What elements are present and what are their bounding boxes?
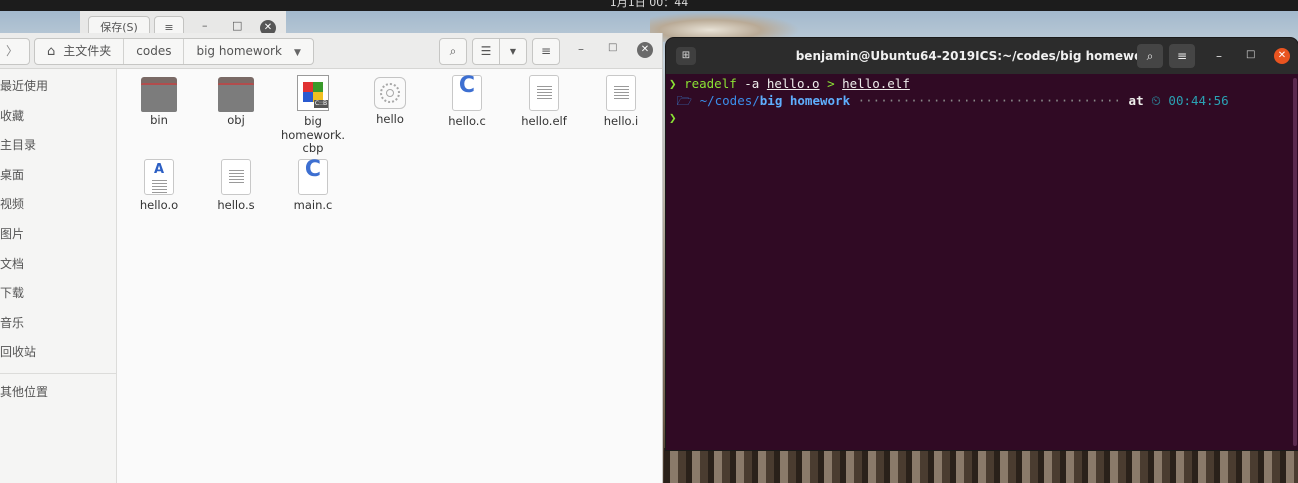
view-options-dropdown[interactable]: ▼ [499, 38, 527, 65]
sidebar-item-videos[interactable]: 视频 [0, 190, 116, 220]
file-item-big-homework-cbp[interactable]: C::B big homework. cbp [275, 69, 351, 156]
close-icon[interactable]: ✕ [637, 42, 653, 58]
file-item-main-c[interactable]: C main.c [275, 153, 351, 213]
file-label: hello.c [448, 114, 486, 128]
file-manager-window: 〉 ⌂ 主文件夹 codes big homework ▼ ⌕ ☰ ▼ ≡ – □ … [0, 33, 663, 483]
file-item-hello-s[interactable]: hello.s [198, 153, 274, 213]
prompt-path-prefix: ~/codes/ [699, 93, 760, 108]
breadcrumb: ⌂ 主文件夹 codes big homework ▼ [34, 38, 314, 65]
file-label-line-2: homework. [280, 127, 346, 142]
sidebar-item-recent[interactable]: 最近使用 [0, 72, 116, 102]
search-icon[interactable]: ⌕ [1137, 44, 1163, 68]
file-item-hello-c[interactable]: C hello.c [429, 69, 505, 129]
sidebar-divider [0, 372, 116, 374]
close-icon[interactable]: ✕ [1274, 48, 1290, 64]
command-redirect: > [819, 76, 843, 91]
file-label: bin [150, 113, 168, 127]
forward-button[interactable]: 〉 [0, 38, 30, 65]
file-manager-headerbar: 〉 ⌂ 主文件夹 codes big homework ▼ ⌕ ☰ ▼ ≡ – □ … [0, 33, 662, 69]
terminal-line-current-prompt: ❯ [669, 109, 1298, 126]
terminal-window[interactable]: ⊞ benjamin@Ubuntu64-2019ICS:~/codes/big … [666, 38, 1298, 450]
breadcrumb-home[interactable]: ⌂ 主文件夹 [35, 39, 125, 64]
terminal-line-command: ❯ readelf -a hello.o > hello.elf [669, 75, 1298, 92]
prompt-path-dir: big homework [759, 93, 851, 108]
file-item-obj[interactable]: obj [198, 69, 274, 128]
os-icon [669, 93, 677, 108]
command-name: readelf [684, 76, 737, 91]
home-icon: ⌂ [47, 44, 56, 59]
search-icon[interactable]: ⌕ [439, 38, 467, 65]
c-source-icon: C [452, 75, 482, 111]
minimize-icon[interactable]: – [578, 42, 584, 56]
file-item-hello[interactable]: hello [352, 69, 428, 127]
command-arg-input: hello.o [766, 76, 820, 91]
breadcrumb-home-label: 主文件夹 [63, 44, 112, 58]
prompt-filler-dots: ··································· [850, 93, 1129, 108]
terminal-line-prompt-info: 🗁 ~/codes/big homework ·················… [669, 92, 1298, 109]
hamburger-menu-icon[interactable]: ≡ [532, 38, 560, 65]
prompt-chevron: ❯ [669, 110, 677, 125]
prompt-chevron: ❯ [669, 76, 685, 91]
top-bar: 1月1日 00：44 [0, 0, 1298, 11]
terminal-scrollbar[interactable] [1293, 78, 1297, 446]
codeblocks-project-icon: C::B [297, 75, 329, 111]
c-source-icon: C [298, 159, 328, 195]
maximize-icon[interactable]: □ [232, 19, 242, 32]
top-bar-clock[interactable]: 1月1日 00：44 [610, 0, 689, 9]
chevron-down-icon[interactable]: ▼ [294, 48, 301, 58]
file-label: hello.i [603, 114, 639, 128]
list-view-icon[interactable]: ☰ [472, 38, 500, 65]
file-item-hello-i[interactable]: hello.i [583, 69, 659, 129]
executable-icon [374, 77, 406, 109]
terminal-headerbar: ⊞ benjamin@Ubuntu64-2019ICS:~/codes/big … [666, 38, 1298, 74]
breadcrumb-big-homework[interactable]: big homework ▼ [184, 39, 312, 64]
sidebar-item-music[interactable]: 音乐 [0, 309, 116, 339]
hamburger-menu-icon[interactable]: ≡ [1169, 44, 1195, 68]
file-label: hello [376, 112, 404, 126]
sidebar-item-other-locations[interactable]: 其他位置 [0, 378, 116, 408]
maximize-icon[interactable]: □ [1246, 49, 1255, 60]
wallpaper-fence [664, 448, 1298, 483]
prompt-at-label: at [1128, 93, 1144, 108]
sidebar-item-documents[interactable]: 文档 [0, 250, 116, 280]
folder-icon [141, 77, 177, 112]
folder-icon [218, 77, 254, 112]
command-arg-output: hello.elf [842, 76, 910, 91]
minimize-icon[interactable]: – [1216, 49, 1222, 63]
command-flag: -a [736, 76, 767, 91]
sidebar-item-starred[interactable]: 收藏 [0, 102, 116, 132]
sidebar-item-home[interactable]: 主目录 [0, 131, 116, 161]
text-file-icon [221, 159, 251, 195]
file-item-hello-o[interactable]: A hello.o [121, 153, 197, 213]
text-file-icon [606, 75, 636, 111]
text-file-icon [529, 75, 559, 111]
file-label: hello.o [139, 198, 179, 212]
file-label: main.c [293, 198, 333, 212]
file-item-hello-elf[interactable]: hello.elf [506, 69, 582, 129]
maximize-icon[interactable]: □ [608, 42, 617, 53]
clock-icon: ⏲ [1143, 93, 1169, 108]
breadcrumb-current-label: big homework [196, 44, 282, 58]
folder-icon: 🗁 [676, 93, 700, 108]
new-tab-icon[interactable]: ⊞ [676, 47, 696, 65]
file-label: hello.s [217, 198, 255, 212]
sidebar-item-trash[interactable]: 回收站 [0, 338, 116, 368]
places-sidebar: 最近使用 收藏 主目录 桌面 视频 图片 文档 下载 音乐 回收站 其他位置 [0, 69, 117, 483]
prompt-time: 00:44:56 [1168, 93, 1229, 108]
file-label: obj [227, 113, 245, 127]
sidebar-item-pictures[interactable]: 图片 [0, 220, 116, 250]
breadcrumb-codes[interactable]: codes [124, 39, 185, 64]
file-label-line-1: big [304, 114, 322, 128]
file-item-bin[interactable]: bin [121, 69, 197, 128]
file-grid: bin obj C::B big homework. cbp hello C h… [118, 69, 662, 483]
terminal-output[interactable]: ❯ readelf -a hello.o > hello.elf 🗁 ~/cod… [666, 74, 1298, 450]
minimize-icon[interactable]: – [202, 19, 208, 32]
object-file-icon: A [144, 159, 174, 195]
sidebar-item-downloads[interactable]: 下载 [0, 279, 116, 309]
file-label: hello.elf [521, 114, 567, 128]
sidebar-item-desktop[interactable]: 桌面 [0, 161, 116, 191]
